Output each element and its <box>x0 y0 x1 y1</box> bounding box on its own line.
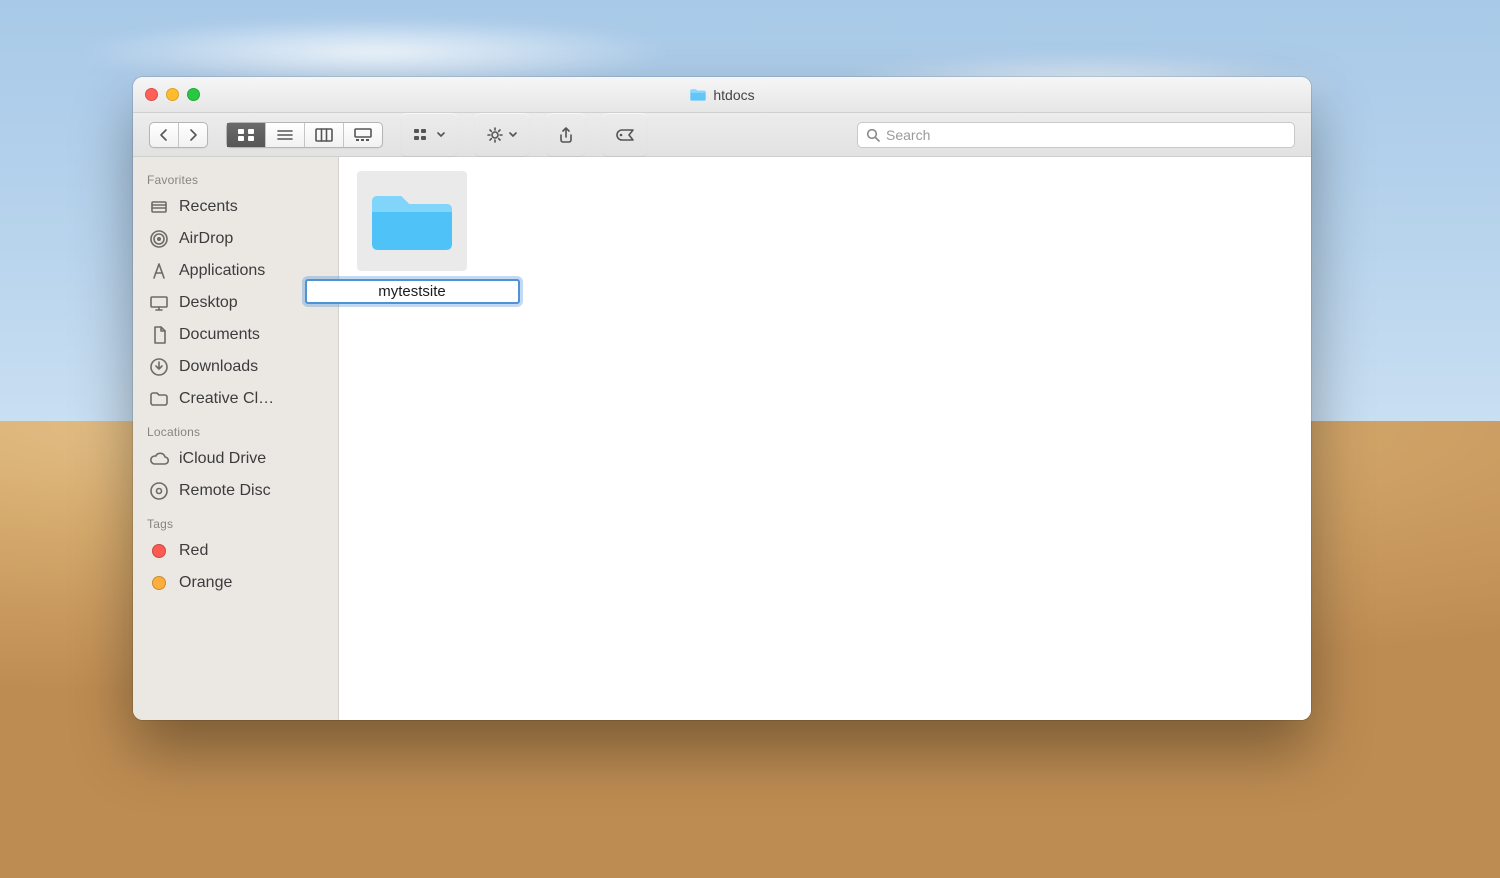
search-icon <box>866 128 880 142</box>
search-input[interactable] <box>886 127 1286 143</box>
window-controls <box>145 88 200 101</box>
minimize-button[interactable] <box>166 88 179 101</box>
sidebar-item-label: AirDrop <box>179 230 233 248</box>
sidebar-item-label: Documents <box>179 326 260 344</box>
columns-icon <box>315 128 333 142</box>
sidebar-item-label: Recents <box>179 198 238 216</box>
gear-icon <box>487 127 503 143</box>
sidebar-item-downloads[interactable]: Downloads <box>133 351 338 383</box>
chevron-left-icon <box>158 128 170 142</box>
folder-name-input[interactable] <box>305 279 520 304</box>
finder-sidebar: Favorites Recents AirDrop Applications D… <box>133 157 339 720</box>
sidebar-header-favorites: Favorites <box>133 163 338 191</box>
folder-icon <box>689 88 707 102</box>
finder-content[interactable] <box>339 157 1311 720</box>
sidebar-item-icloud[interactable]: iCloud Drive <box>133 443 338 475</box>
sidebar-item-label: Creative Cl… <box>179 390 274 408</box>
airdrop-icon <box>149 229 169 249</box>
icloud-icon <box>149 449 169 469</box>
folder-icon <box>149 389 169 409</box>
nav-back-forward <box>149 122 208 148</box>
view-list-button[interactable] <box>265 123 304 147</box>
sidebar-item-label: Applications <box>179 262 265 280</box>
applications-icon <box>149 261 169 281</box>
documents-icon <box>149 325 169 345</box>
sidebar-item-remote-disc[interactable]: Remote Disc <box>133 475 338 507</box>
view-switcher <box>226 122 383 148</box>
sidebar-item-label: Remote Disc <box>179 482 271 500</box>
chevron-down-icon <box>509 132 517 138</box>
tag-icon <box>615 128 635 142</box>
downloads-icon <box>149 357 169 377</box>
sidebar-item-recents[interactable]: Recents <box>133 191 338 223</box>
folder-icon <box>369 186 455 256</box>
zoom-button[interactable] <box>187 88 200 101</box>
view-columns-button[interactable] <box>304 123 343 147</box>
group-icon <box>413 128 431 142</box>
sidebar-item-label: Desktop <box>179 294 238 312</box>
close-button[interactable] <box>145 88 158 101</box>
share-button[interactable] <box>547 113 585 156</box>
sidebar-item-label: Red <box>179 542 208 560</box>
sidebar-item-airdrop[interactable]: AirDrop <box>133 223 338 255</box>
sidebar-item-creative-cloud[interactable]: Creative Cl… <box>133 383 338 415</box>
action-menu-button[interactable] <box>475 113 529 156</box>
tag-dot-icon <box>149 573 169 593</box>
sidebar-header-locations: Locations <box>133 415 338 443</box>
view-icons-button[interactable] <box>227 123 265 147</box>
sidebar-item-label: iCloud Drive <box>179 450 266 468</box>
window-title: htdocs <box>133 77 1311 112</box>
tags-button[interactable] <box>603 113 647 156</box>
back-button[interactable] <box>150 123 178 147</box>
search-field[interactable] <box>857 122 1295 148</box>
forward-button[interactable] <box>178 123 207 147</box>
sidebar-item-label: Downloads <box>179 358 258 376</box>
sidebar-item-documents[interactable]: Documents <box>133 319 338 351</box>
tag-dot-icon <box>149 541 169 561</box>
view-gallery-button[interactable] <box>343 123 382 147</box>
sidebar-item-label: Orange <box>179 574 232 592</box>
chevron-right-icon <box>187 128 199 142</box>
sidebar-header-tags: Tags <box>133 507 338 535</box>
window-titlebar[interactable]: htdocs <box>133 77 1311 113</box>
share-icon <box>559 127 573 143</box>
grid-icon <box>237 128 255 142</box>
finder-window: htdocs <box>133 77 1311 720</box>
desktop-icon <box>149 293 169 313</box>
sidebar-tag-orange[interactable]: Orange <box>133 567 338 599</box>
window-title-text: htdocs <box>713 87 754 103</box>
recents-icon <box>149 197 169 217</box>
folder-item[interactable] <box>357 171 467 304</box>
list-icon <box>276 128 294 142</box>
arrange-button[interactable] <box>401 113 457 156</box>
sidebar-tag-red[interactable]: Red <box>133 535 338 567</box>
folder-icon-large[interactable] <box>357 171 467 271</box>
chevron-down-icon <box>437 132 445 138</box>
disc-icon <box>149 481 169 501</box>
gallery-icon <box>354 128 372 142</box>
finder-toolbar <box>133 113 1311 157</box>
